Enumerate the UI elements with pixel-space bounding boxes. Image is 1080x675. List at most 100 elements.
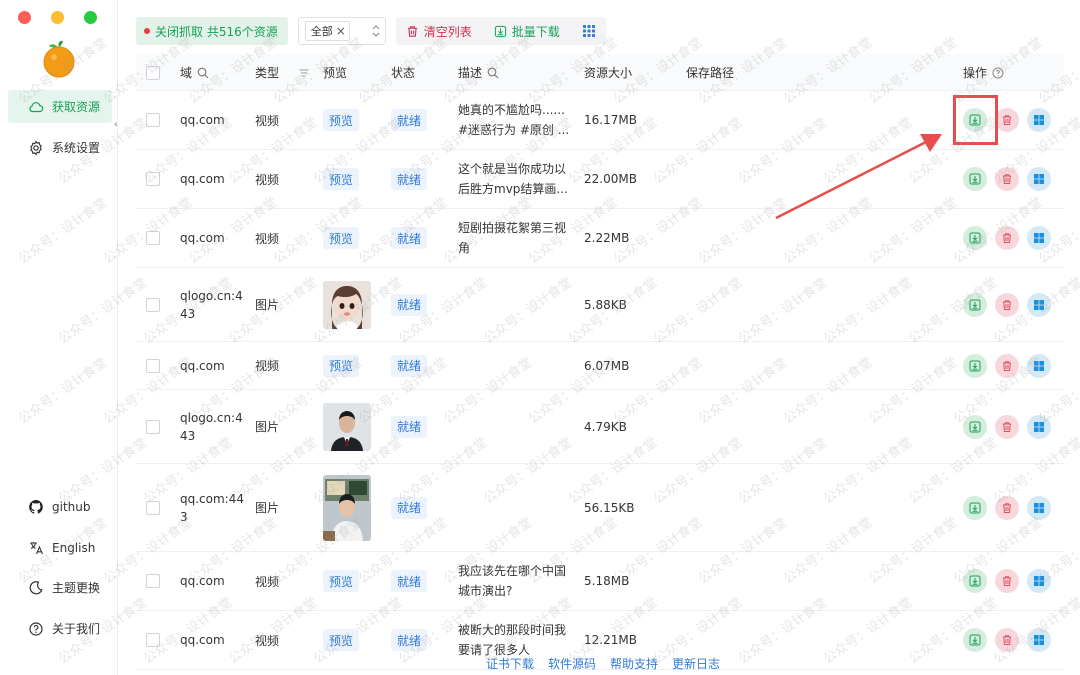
annotation-arrow-icon <box>775 134 942 220</box>
toggle-capture-button[interactable]: 关闭抓取 共516个资源 <box>136 17 288 45</box>
download-button[interactable] <box>963 414 987 439</box>
open-folder-button[interactable] <box>1027 167 1051 191</box>
download-icon <box>969 575 981 587</box>
status-badge: 就绪 <box>391 293 428 316</box>
header-label: 保存路径 <box>686 66 735 80</box>
footer-link-source[interactable]: 软件源码 <box>548 655 596 672</box>
image-thumbnail[interactable] <box>323 280 371 329</box>
header-domain: 域 <box>180 54 209 91</box>
delete-button[interactable] <box>995 167 1019 191</box>
delete-button[interactable] <box>995 292 1019 317</box>
type-filter-select[interactable]: 全部 × <box>297 17 386 45</box>
open-folder-button[interactable] <box>1027 353 1051 378</box>
preview-button[interactable]: 预览 <box>323 354 360 377</box>
trash-icon <box>1003 233 1011 243</box>
row-checkbox[interactable] <box>146 91 160 149</box>
header-label: 状态 <box>391 66 416 80</box>
delete-button[interactable] <box>995 414 1019 439</box>
help-circle-icon[interactable] <box>992 67 1004 79</box>
download-button[interactable] <box>963 226 987 250</box>
open-folder-button[interactable] <box>1027 628 1051 652</box>
type-cell: 视频 <box>255 113 280 128</box>
nav-fetch-resources[interactable]: 获取资源 <box>8 90 112 123</box>
open-folder-button[interactable] <box>1027 292 1051 317</box>
image-thumbnail[interactable] <box>323 474 371 541</box>
row-checkbox[interactable] <box>146 552 160 610</box>
batch-download-label: 批量下载 <box>511 24 560 39</box>
row-checkbox[interactable] <box>146 464 160 551</box>
open-folder-button[interactable] <box>1027 226 1051 250</box>
header-label: 资源大小 <box>584 66 633 80</box>
image-thumbnail[interactable] <box>323 402 371 451</box>
delete-button[interactable] <box>995 226 1019 250</box>
nav-system-settings[interactable]: 系统设置 <box>8 131 112 164</box>
footer-link-help[interactable]: 帮助支持 <box>610 655 658 672</box>
recording-dot-icon <box>144 28 150 34</box>
download-button[interactable] <box>963 167 987 191</box>
row-checkbox[interactable] <box>146 209 160 267</box>
table-header: 域 类型 预览 状态 描述 资源大小 保存路径 操作 <box>136 54 1064 91</box>
download-button[interactable] <box>963 292 987 317</box>
maximize-window-button[interactable] <box>84 11 97 24</box>
row-checkbox[interactable] <box>146 390 160 463</box>
domain-cell: qq.com <box>180 172 225 186</box>
grid-view-button[interactable] <box>582 24 596 38</box>
footer-links: 证书下载 软件源码 帮助支持 更新日志 <box>486 655 720 672</box>
select-all-checkbox[interactable] <box>146 54 160 91</box>
search-icon[interactable] <box>487 67 499 79</box>
download-button[interactable] <box>963 569 987 593</box>
size-cell: 6.07MB <box>584 358 630 373</box>
row-checkbox[interactable] <box>146 150 160 208</box>
preview-button[interactable]: 预览 <box>323 109 360 131</box>
domain-cell: qq.com <box>180 633 225 647</box>
download-button[interactable] <box>963 495 987 520</box>
nav-theme[interactable]: 主题更换 <box>8 571 112 604</box>
open-folder-button[interactable] <box>1027 414 1051 439</box>
close-window-button[interactable] <box>18 11 31 24</box>
clear-list-button[interactable]: 清空列表 <box>406 23 472 40</box>
help-circle-icon <box>29 621 43 636</box>
open-folder-button[interactable] <box>1027 569 1051 593</box>
nav-github[interactable]: github <box>8 490 112 523</box>
footer-link-cert[interactable]: 证书下载 <box>486 655 534 672</box>
description-cell: 被断大的那段时间我要请了很多人 <box>458 623 567 657</box>
table-row: qq.com 视频 预览 就绪 6.07MB <box>136 342 1064 390</box>
preview-button[interactable]: 预览 <box>323 570 360 592</box>
footer-link-changelog[interactable]: 更新日志 <box>672 655 720 672</box>
download-button[interactable] <box>963 353 987 378</box>
type-cell: 视频 <box>255 359 280 373</box>
filter-icon[interactable] <box>298 67 310 79</box>
open-folder-button[interactable] <box>1027 108 1051 132</box>
nav-language[interactable]: English <box>8 531 112 564</box>
size-cell: 56.15KB <box>584 500 635 515</box>
row-actions <box>963 628 1051 652</box>
close-icon[interactable]: × <box>336 24 346 38</box>
collapse-sidebar-icon[interactable]: ‹ <box>114 120 118 130</box>
batch-download-button[interactable]: 批量下载 <box>494 23 560 40</box>
nav-about[interactable]: 关于我们 <box>8 612 112 645</box>
window-controls <box>18 11 97 24</box>
delete-button[interactable] <box>995 628 1019 652</box>
windows-icon <box>1034 421 1044 432</box>
search-icon[interactable] <box>197 67 209 79</box>
preview-button[interactable]: 预览 <box>323 629 360 651</box>
row-checkbox[interactable] <box>146 342 160 389</box>
watermark-text: 公众号：设计食堂 <box>1076 435 1080 508</box>
delete-button[interactable] <box>995 353 1019 378</box>
delete-button[interactable] <box>995 569 1019 593</box>
nav-label: github <box>52 499 91 514</box>
row-checkbox[interactable] <box>146 268 160 341</box>
delete-button[interactable] <box>995 495 1019 520</box>
row-checkbox[interactable] <box>146 611 160 669</box>
minimize-window-button[interactable] <box>51 11 64 24</box>
status-badge: 就绪 <box>391 570 428 592</box>
github-icon <box>29 499 43 514</box>
trash-icon <box>407 25 417 37</box>
table-row: qq.com 视频 预览 就绪 我应该先在哪个中国城市演出? 5.18MB <box>136 552 1064 611</box>
preview-button[interactable]: 预览 <box>323 168 360 190</box>
open-folder-button[interactable] <box>1027 495 1051 520</box>
preview-button[interactable]: 预览 <box>323 227 360 249</box>
delete-button[interactable] <box>995 108 1019 132</box>
watermark-text: 公众号：设计食堂 <box>1076 115 1080 188</box>
download-button[interactable] <box>963 628 987 652</box>
